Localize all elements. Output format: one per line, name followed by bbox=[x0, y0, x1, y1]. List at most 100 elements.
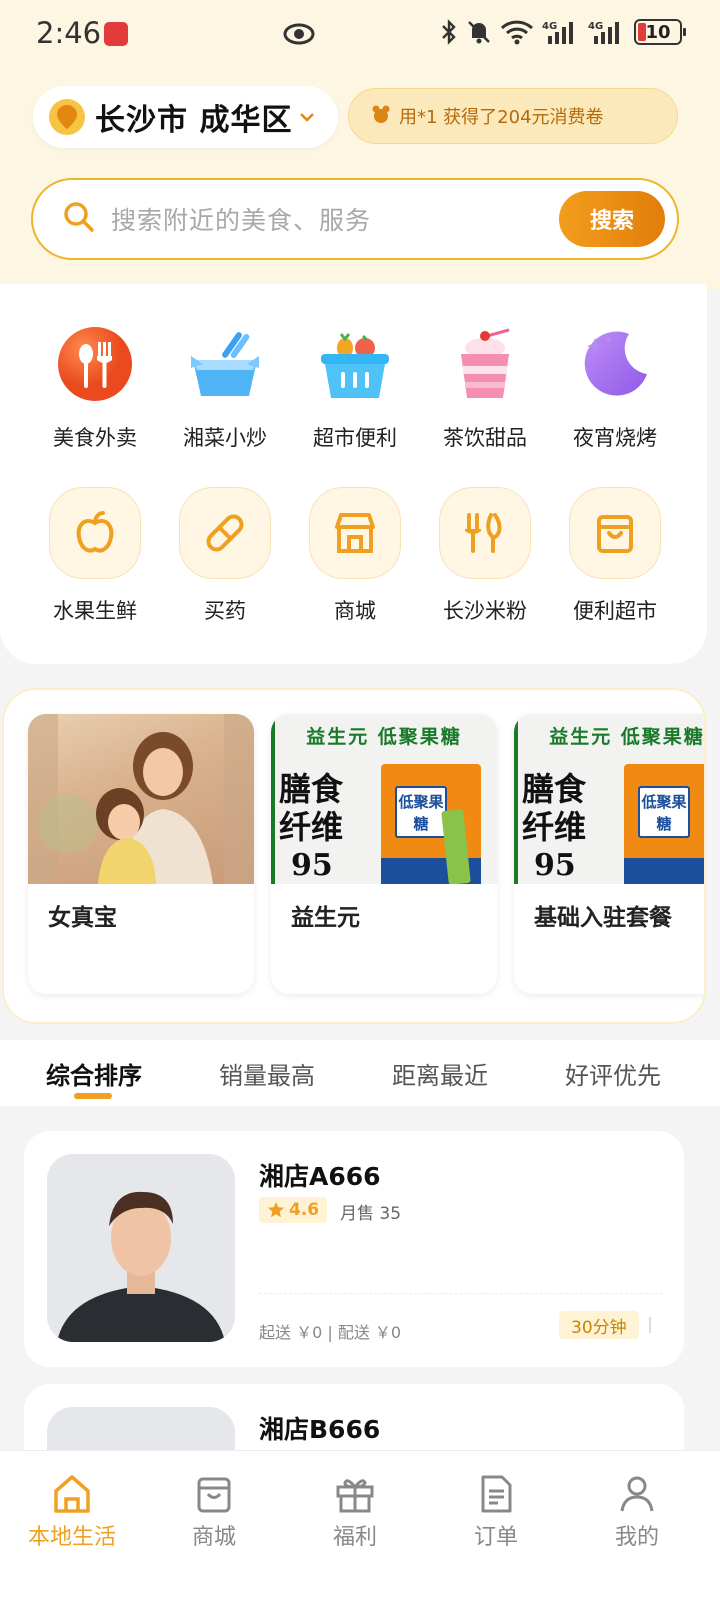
user-icon bbox=[620, 1476, 654, 1512]
mother-daughter-image bbox=[28, 714, 254, 884]
product-header-text: 益生元 低聚果糖 bbox=[549, 726, 705, 748]
fork-spoon-icon bbox=[58, 327, 132, 401]
recommend-item[interactable]: 益生元 低聚果糖 膳食纤维 95 低聚果糖 基础入驻套餐 bbox=[514, 714, 705, 994]
category-fresh-fruit[interactable]: 水果生鲜 bbox=[30, 487, 160, 627]
location-pin-icon bbox=[49, 99, 85, 135]
tab-nearest[interactable]: 距离最近 bbox=[392, 1056, 488, 1091]
bottom-nav: 本地生活 商城 福利 订单 我的 bbox=[0, 1450, 720, 1600]
wifi-icon bbox=[500, 20, 534, 45]
shop-name: 湘店B666 bbox=[259, 1415, 381, 1444]
product-image: 益生元 低聚果糖 膳食纤维 95 低聚果糖 bbox=[271, 714, 497, 884]
noodle-icon bbox=[439, 487, 531, 579]
bag-icon bbox=[569, 487, 661, 579]
nav-label: 福利 bbox=[332, 1525, 377, 1550]
product-big-text: 膳食纤维 bbox=[522, 770, 587, 846]
product-image: 益生元 低聚果糖 膳食纤维 95 低聚果糖 bbox=[514, 714, 705, 884]
status-icons: 4G 4G 10 bbox=[440, 18, 686, 46]
category-convenience-store[interactable]: 便利超市 bbox=[550, 487, 680, 627]
svg-text:4G: 4G bbox=[542, 21, 557, 32]
category-supermarket[interactable]: 超市便利 bbox=[290, 326, 420, 456]
category-tea-dessert[interactable]: 茶饮甜品 bbox=[420, 326, 550, 456]
chevron-down-icon bbox=[298, 108, 316, 127]
search-input[interactable]: 搜索附近的美食、服务 bbox=[111, 201, 371, 237]
search-bar[interactable]: 搜索附近的美食、服务 搜索 bbox=[31, 178, 679, 260]
nav-mall[interactable]: 商城 bbox=[142, 1451, 286, 1561]
mute-bell-icon bbox=[468, 21, 490, 44]
moon-icon bbox=[584, 331, 647, 396]
app-notification-icon bbox=[104, 22, 128, 46]
nav-orders[interactable]: 订单 bbox=[424, 1451, 568, 1561]
recommend-carousel[interactable]: 女真宝 益生元 低聚果糖 膳食纤维 95 低聚果糖 益生元 益生元 低聚果糖 膳… bbox=[2, 688, 706, 1024]
recommend-item[interactable]: 女真宝 bbox=[28, 714, 254, 994]
product-number: 95 bbox=[291, 848, 333, 883]
drink-icon bbox=[461, 328, 510, 398]
battery-level: 10 bbox=[645, 21, 671, 43]
tab-top-rated[interactable]: 好评优先 bbox=[565, 1056, 661, 1091]
recommend-title: 益生元 bbox=[291, 905, 360, 931]
category-label: 水果生鲜 bbox=[53, 599, 137, 623]
signal-4g-icon: 4G bbox=[542, 21, 573, 44]
nav-welfare[interactable]: 福利 bbox=[283, 1451, 427, 1561]
category-label: 夜宵烧烤 bbox=[573, 426, 657, 450]
nav-label: 本地生活 bbox=[27, 1525, 116, 1550]
coupon-text: 用*1 获得了204元消费卷 bbox=[399, 107, 604, 128]
category-label: 商城 bbox=[334, 599, 376, 623]
category-label: 美食外卖 bbox=[53, 426, 137, 450]
shopping-bag-icon bbox=[197, 1477, 231, 1513]
shop-name: 湘店A666 bbox=[259, 1162, 381, 1191]
nav-profile[interactable]: 我的 bbox=[565, 1451, 709, 1561]
product-box: 低聚果糖 bbox=[624, 764, 704, 884]
category-label: 茶饮甜品 bbox=[443, 426, 527, 450]
search-button[interactable]: 搜索 bbox=[559, 191, 665, 247]
status-bar: 2:46 4G 4G 10 bbox=[0, 0, 720, 66]
category-grid: 美食外卖 湘菜小炒 超市便利 茶饮甜品 夜宵烧烤 水果生鲜 买药 商城 长沙米粉… bbox=[0, 284, 707, 664]
signal-4g-icon-2: 4G bbox=[588, 21, 619, 44]
search-icon bbox=[63, 201, 95, 237]
category-label: 湘菜小炒 bbox=[183, 426, 267, 450]
divider bbox=[259, 1293, 663, 1294]
battery-icon: 10 bbox=[634, 19, 686, 45]
monthly-sales: 月售 35 bbox=[340, 1204, 402, 1224]
bluetooth-icon bbox=[442, 19, 456, 45]
svg-text:4G: 4G bbox=[588, 21, 603, 32]
category-label: 超市便利 bbox=[313, 426, 397, 450]
rating-value: 4.6 bbox=[289, 1200, 320, 1220]
active-tab-indicator bbox=[74, 1093, 112, 1099]
coupon-notice[interactable]: 用*1 获得了204元消费卷 bbox=[348, 88, 678, 144]
shop-card[interactable]: 湘店A666 4.6 月售 35 起送 ￥0 | 配送 ￥0 30分钟 bbox=[24, 1131, 684, 1367]
product-box-label: 低聚果糖 bbox=[395, 786, 447, 838]
star-icon bbox=[268, 1202, 284, 1218]
category-medicine[interactable]: 买药 bbox=[160, 487, 290, 627]
category-mall[interactable]: 商城 bbox=[290, 487, 420, 627]
category-label: 买药 bbox=[204, 599, 246, 623]
location-selector[interactable]: 长沙市 成华区 bbox=[33, 86, 338, 148]
home-icon bbox=[54, 1475, 90, 1513]
nav-label: 订单 bbox=[473, 1525, 518, 1550]
apple-icon bbox=[49, 487, 141, 579]
recommend-title: 女真宝 bbox=[48, 905, 117, 931]
product-big-text: 膳食纤维 bbox=[279, 770, 344, 846]
product-box-band bbox=[624, 858, 704, 884]
product-box-label: 低聚果糖 bbox=[638, 786, 690, 838]
delivery-fee: 起送 ￥0 | 配送 ￥0 bbox=[259, 1323, 402, 1342]
nav-label: 商城 bbox=[191, 1525, 236, 1550]
separator bbox=[649, 1317, 651, 1333]
bowl-icon bbox=[191, 332, 259, 396]
category-night-bbq[interactable]: 夜宵烧烤 bbox=[550, 326, 680, 456]
tab-comprehensive[interactable]: 综合排序 bbox=[46, 1056, 142, 1091]
bear-icon bbox=[371, 104, 391, 128]
recommend-title: 基础入驻套餐 bbox=[534, 905, 672, 931]
nav-label: 我的 bbox=[614, 1525, 659, 1550]
category-hunan-dishes[interactable]: 湘菜小炒 bbox=[160, 326, 290, 456]
document-icon bbox=[481, 1475, 512, 1513]
recommend-item[interactable]: 益生元 低聚果糖 膳食纤维 95 低聚果糖 益生元 bbox=[271, 714, 497, 994]
category-changsha-noodles[interactable]: 长沙米粉 bbox=[420, 487, 550, 627]
product-header-text: 益生元 低聚果糖 bbox=[306, 726, 462, 748]
category-food-delivery[interactable]: 美食外卖 bbox=[30, 326, 160, 456]
nav-local-life[interactable]: 本地生活 bbox=[0, 1451, 144, 1561]
store-icon bbox=[309, 487, 401, 579]
eye-icon bbox=[283, 20, 315, 52]
rating-badge: 4.6 bbox=[259, 1197, 328, 1223]
tab-top-sales[interactable]: 销量最高 bbox=[219, 1056, 315, 1091]
delivery-time-badge: 30分钟 bbox=[559, 1311, 639, 1339]
